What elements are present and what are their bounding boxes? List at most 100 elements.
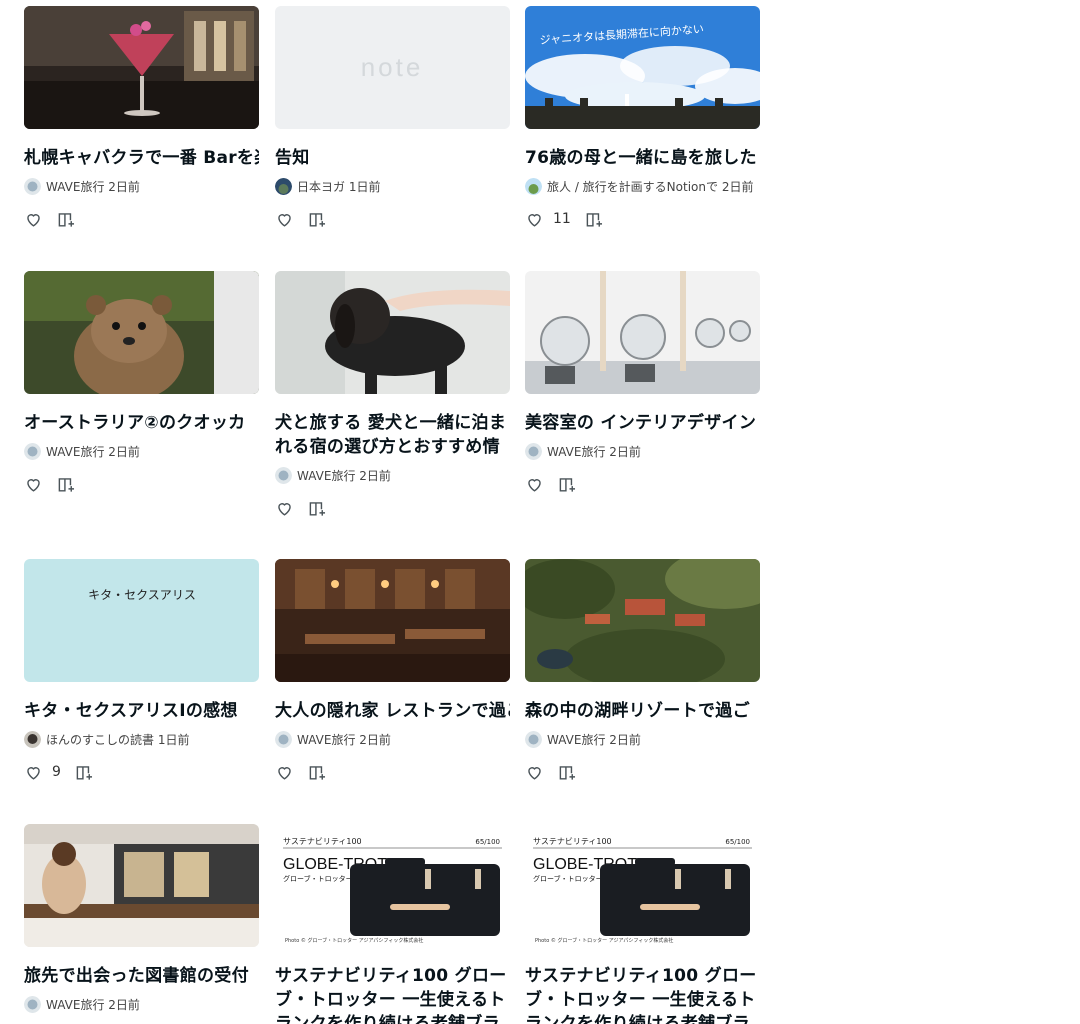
like-count[interactable]: 9 xyxy=(52,764,61,780)
author-avatar[interactable] xyxy=(525,442,542,460)
note-card[interactable]: キタ・セクスアリス キタ・セクスアリスⅠの感想 読書記録 ほんのすこしの読書 1… xyxy=(24,559,259,784)
post-time: 2日前 xyxy=(721,179,754,194)
sky-thumbnail[interactable]: ジャニオタは長期滞在に向かない xyxy=(525,6,760,129)
card-author[interactable]: 日本ヨガ 1日前 xyxy=(275,175,510,197)
author-avatar[interactable] xyxy=(275,177,292,195)
card-author[interactable]: WAVE旅行 2日前 xyxy=(275,728,510,750)
heart-icon[interactable] xyxy=(525,763,544,782)
card-title[interactable]: 犬と旅する 愛犬と一緒に泊まれる宿の選び方とおすすめ情報まとめ xyxy=(275,411,510,459)
globe-trotter-thumbnail[interactable]: サステナビリティ100 65/100 GLOBE-TROTTER グローブ・トロ… xyxy=(525,824,760,947)
heart-icon[interactable] xyxy=(525,475,544,494)
heart-icon[interactable] xyxy=(275,499,294,518)
globe-trotter-thumbnail[interactable]: サステナビリティ100 65/100 GLOBE-TROTTER グローブ・トロ… xyxy=(275,824,510,947)
author-name[interactable]: WAVE旅行 xyxy=(297,731,355,748)
placeholder-thumbnail[interactable]: note xyxy=(275,6,510,129)
kita-thumbnail[interactable]: キタ・セクスアリス xyxy=(24,559,259,682)
library-thumbnail[interactable] xyxy=(24,824,259,947)
add-to-magazine-icon[interactable] xyxy=(57,210,76,229)
brand-kana-label: グローブ・トロッター xyxy=(533,874,603,883)
card-title[interactable]: 76歳の母と一緒に島を旅した話 xyxy=(525,146,760,170)
card-author[interactable]: WAVE旅行 2日前 xyxy=(24,175,259,197)
add-to-magazine-icon[interactable] xyxy=(308,499,327,518)
add-to-magazine-icon[interactable] xyxy=(57,475,76,494)
heart-icon[interactable] xyxy=(24,210,43,229)
author-name[interactable]: WAVE旅行 xyxy=(297,467,355,484)
note-card[interactable]: 札幌キャバクラで一番 Barを楽しむにはどうしたら WAVE旅行 2日前 xyxy=(24,6,259,231)
heart-icon[interactable] xyxy=(525,210,544,229)
card-author[interactable]: WAVE旅行 2日前 xyxy=(525,728,760,750)
post-time: 1日前 xyxy=(157,732,190,747)
heart-icon[interactable] xyxy=(24,763,43,782)
card-title[interactable]: 札幌キャバクラで一番 Barを楽しむにはどうしたら xyxy=(24,146,259,170)
dog-thumbnail[interactable] xyxy=(275,271,510,394)
author-name[interactable]: WAVE旅行 xyxy=(46,178,104,195)
author-avatar[interactable] xyxy=(24,177,41,195)
author-name[interactable]: WAVE旅行 xyxy=(46,443,104,460)
photo-credit: Photo © グローブ・トロッター アジアパシフィック株式会社 xyxy=(535,937,673,944)
forest-thumbnail[interactable] xyxy=(525,559,760,682)
card-author[interactable]: WAVE旅行 2日前 xyxy=(24,993,259,1015)
case-label: 65/100 xyxy=(725,838,750,846)
card-title[interactable]: サステナビリティ100 グローブ・トロッター 一生使えるトランクを作り続ける老舗… xyxy=(525,964,760,1024)
salon-thumbnail[interactable] xyxy=(525,271,760,394)
card-author[interactable]: ほんのすこしの読書 1日前 xyxy=(24,728,259,750)
card-title[interactable]: サステナビリティ100 グローブ・トロッター 一生使えるトランクを作り続ける老舗… xyxy=(275,964,510,1024)
author-avatar[interactable] xyxy=(275,730,292,748)
post-time: 2日前 xyxy=(108,997,140,1012)
heart-icon[interactable] xyxy=(275,210,294,229)
note-card[interactable]: オーストラリア②のクオッカ旅の思い出 WAVE旅行 2日前 xyxy=(24,271,259,496)
card-author[interactable]: WAVE旅行 2日前 xyxy=(24,440,259,462)
card-title[interactable]: 旅先で出会った図書館の受付の話 xyxy=(24,964,259,988)
author-avatar[interactable] xyxy=(24,442,41,460)
card-title[interactable]: オーストラリア②のクオッカ旅の思い出 xyxy=(24,411,259,435)
thumb-caption: キタ・セクスアリス xyxy=(88,588,196,602)
note-card[interactable]: 犬と旅する 愛犬と一緒に泊まれる宿の選び方とおすすめ情報まとめ WAVE旅行 2… xyxy=(275,271,510,520)
note-card[interactable]: サステナビリティ100 65/100 GLOBE-TROTTER グローブ・トロ… xyxy=(525,824,760,1024)
card-title[interactable]: 大人の隠れ家 レストランで過ごす特別な時間のすすめ xyxy=(275,699,510,723)
author-name[interactable]: WAVE旅行 xyxy=(46,996,104,1013)
post-time: 2日前 xyxy=(359,732,391,747)
author-avatar[interactable] xyxy=(24,730,41,748)
note-card[interactable]: サステナビリティ100 65/100 GLOBE-TROTTER グローブ・トロ… xyxy=(275,824,510,1024)
author-name[interactable]: 日本ヨガ xyxy=(297,178,345,195)
add-to-magazine-icon[interactable] xyxy=(308,210,327,229)
note-card[interactable]: note 告知 日本ヨガ 1日前 xyxy=(275,6,510,231)
like-count[interactable]: 11 xyxy=(553,211,571,227)
add-to-magazine-icon[interactable] xyxy=(75,763,94,782)
add-to-magazine-icon[interactable] xyxy=(558,475,577,494)
post-time: 1日前 xyxy=(348,179,381,194)
author-name[interactable]: ほんのすこしの読書 xyxy=(46,731,154,748)
author-name[interactable]: 旅人 / 旅行を計画するNotionで xyxy=(547,178,718,195)
author-avatar[interactable] xyxy=(525,177,542,195)
card-title[interactable]: キタ・セクスアリスⅠの感想 読書記録 xyxy=(24,699,259,723)
restaurant-thumbnail[interactable] xyxy=(275,559,510,682)
note-card[interactable]: 大人の隠れ家 レストランで過ごす特別な時間のすすめ WAVE旅行 2日前 xyxy=(275,559,510,784)
card-title[interactable]: 告知 xyxy=(275,146,510,170)
post-time: 2日前 xyxy=(609,732,641,747)
author-name[interactable]: WAVE旅行 xyxy=(547,443,605,460)
author-avatar[interactable] xyxy=(24,995,41,1013)
note-card[interactable]: 森の中の湖畔リゾートで過ごす休日のすすめ WAVE旅行 2日前 xyxy=(525,559,760,784)
add-to-magazine-icon[interactable] xyxy=(585,210,604,229)
add-to-magazine-icon[interactable] xyxy=(558,763,577,782)
note-card[interactable]: 旅先で出会った図書館の受付の話 WAVE旅行 2日前 xyxy=(24,824,259,1015)
heart-icon[interactable] xyxy=(275,763,294,782)
quokka-thumbnail[interactable] xyxy=(24,271,259,394)
author-name[interactable]: WAVE旅行 xyxy=(547,731,605,748)
card-author[interactable]: 旅人 / 旅行を計画するNotionで 2日前 xyxy=(525,175,760,197)
note-logo: note xyxy=(361,52,424,82)
card-title[interactable]: 森の中の湖畔リゾートで過ごす休日のすすめ xyxy=(525,699,760,723)
card-author[interactable]: WAVE旅行 2日前 xyxy=(525,440,760,462)
brand-kana-label: グローブ・トロッター xyxy=(283,874,353,883)
card-title[interactable]: 美容室の インテリアデザインの参考にしたい事例 xyxy=(525,411,760,435)
note-card[interactable]: 美容室の インテリアデザインの参考にしたい事例 WAVE旅行 2日前 xyxy=(525,271,760,496)
heart-icon[interactable] xyxy=(24,475,43,494)
cocktail-thumbnail[interactable] xyxy=(24,6,259,129)
add-to-magazine-icon[interactable] xyxy=(308,763,327,782)
author-avatar[interactable] xyxy=(525,730,542,748)
author-avatar[interactable] xyxy=(275,466,292,484)
post-time: 2日前 xyxy=(108,179,140,194)
card-author[interactable]: WAVE旅行 2日前 xyxy=(275,464,510,486)
series-label: サステナビリティ100 xyxy=(533,837,612,846)
note-card[interactable]: ジャニオタは長期滞在に向かない 76歳の母と一緒に島を旅した話 旅人 / 旅行を… xyxy=(525,6,760,231)
